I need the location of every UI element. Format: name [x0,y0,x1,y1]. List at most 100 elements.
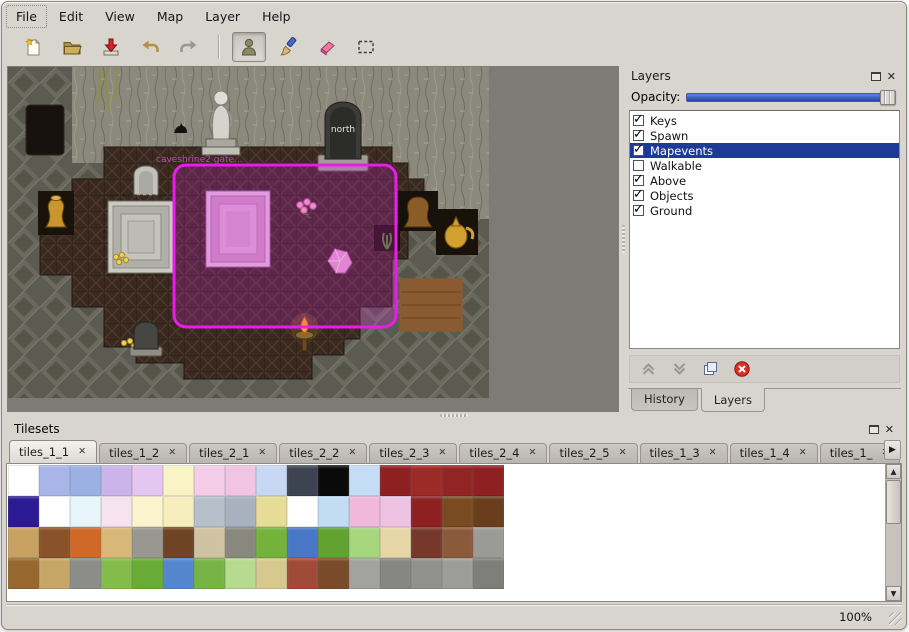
dock-tab-layers[interactable]: Layers [701,388,765,412]
menu-layer[interactable]: Layer [195,5,250,28]
palette-tile[interactable] [473,558,504,589]
tileset-tab-tiles_1_2[interactable]: tiles_1_2 [99,443,187,463]
palette-tile[interactable] [411,558,442,589]
palette-tile[interactable] [442,558,473,589]
palette-tile[interactable] [70,496,101,527]
palette-tile[interactable] [256,496,287,527]
palette-tile[interactable] [442,465,473,496]
palette-tile[interactable] [194,465,225,496]
palette-tile[interactable] [411,465,442,496]
brush-tool-button[interactable] [271,32,305,62]
opacity-slider-track[interactable] [686,93,894,102]
delete-layer-button[interactable] [733,360,751,378]
float-tilesets-icon[interactable] [869,425,879,434]
palette-tile[interactable] [163,465,194,496]
tileset-tab-tiles_1_1[interactable]: tiles_1_1 [9,440,97,464]
palette-tile[interactable] [70,527,101,558]
map-canvas[interactable]: north [8,67,489,398]
palette-tile[interactable] [194,527,225,558]
palette-tile[interactable] [473,496,504,527]
palette-tile[interactable] [349,496,380,527]
palette-tile[interactable] [287,496,318,527]
palette-tile[interactable] [318,558,349,589]
raise-layer-button[interactable] [640,361,657,377]
tileset-tab-tiles_2_2[interactable]: tiles_2_2 [279,443,367,463]
scroll-down-button[interactable] [886,586,901,601]
tileset-tab-tiles_1_4[interactable]: tiles_1_4 [730,443,818,463]
palette-tile[interactable] [349,465,380,496]
palette-tile[interactable] [132,558,163,589]
tab-scroll-right-button[interactable] [884,440,901,460]
tab-close-icon[interactable] [437,448,447,458]
duplicate-layer-button[interactable] [702,361,719,377]
redo-button[interactable] [172,32,206,62]
lower-layer-button[interactable] [671,361,688,377]
dock-tab-history[interactable]: History [631,389,698,411]
tab-close-icon[interactable] [708,448,718,458]
palette-tile[interactable] [318,527,349,558]
eraser-tool-button[interactable] [310,32,344,62]
layer-row-walkable[interactable]: Walkable [630,158,899,173]
palette-tile[interactable] [39,465,70,496]
palette-tile[interactable] [349,558,380,589]
palette-tile[interactable] [411,496,442,527]
palette-tile[interactable] [39,496,70,527]
tab-close-icon[interactable] [167,448,177,458]
palette-tile[interactable] [132,527,163,558]
palette-tile[interactable] [473,465,504,496]
palette-tile[interactable] [101,527,132,558]
opacity-slider[interactable] [686,90,896,105]
palette-tile[interactable] [70,465,101,496]
palette-tile[interactable] [101,465,132,496]
layer-visibility-checkbox[interactable] [633,175,644,186]
layer-row-ground[interactable]: Ground [630,203,899,218]
palette-tile[interactable] [318,465,349,496]
tileset-tab-tiles_2_4[interactable]: tiles_2_4 [459,443,547,463]
palette-tile[interactable] [132,496,163,527]
palette-tile[interactable] [194,558,225,589]
layer-row-objects[interactable]: Objects [630,188,899,203]
palette-tile[interactable] [318,496,349,527]
tab-close-icon[interactable] [798,448,808,458]
layer-visibility-checkbox[interactable] [633,205,644,216]
palette-tile[interactable] [473,527,504,558]
layer-visibility-checkbox[interactable] [633,190,644,201]
horizontal-splitter[interactable] [7,412,901,420]
float-panel-icon[interactable] [871,72,881,81]
tileset-tab-tiles_2_3[interactable]: tiles_2_3 [369,443,457,463]
palette-tile[interactable] [194,496,225,527]
palette-tile[interactable] [8,527,39,558]
layer-row-spawn[interactable]: Spawn [630,128,899,143]
palette-tile[interactable] [225,496,256,527]
event-tool-button[interactable] [232,32,266,62]
tileset-tab-tiles_1_3[interactable]: tiles_1_3 [640,443,728,463]
close-panel-icon[interactable] [887,71,896,82]
palette-tile[interactable] [132,465,163,496]
palette-tile[interactable] [225,558,256,589]
tab-close-icon[interactable] [618,448,628,458]
vertical-splitter[interactable] [619,66,628,412]
select-tool-button[interactable] [349,32,383,62]
palette-tile[interactable] [8,465,39,496]
palette-tile[interactable] [380,558,411,589]
undo-button[interactable] [133,32,167,62]
scroll-up-button[interactable] [886,464,901,479]
map-viewport[interactable]: north [7,66,619,412]
palette-tile[interactable] [287,465,318,496]
palette-tile[interactable] [225,527,256,558]
tab-close-icon[interactable] [528,448,538,458]
palette-tile[interactable] [349,527,380,558]
palette-tile[interactable] [101,558,132,589]
palette-tile[interactable] [256,465,287,496]
palette-tile[interactable] [256,527,287,558]
palette-tile[interactable] [8,558,39,589]
layer-row-keys[interactable]: Keys [630,113,899,128]
palette-scrollbar[interactable] [885,464,901,601]
palette-tile[interactable] [380,527,411,558]
palette-tile[interactable] [225,465,256,496]
opacity-slider-thumb[interactable] [880,90,896,105]
palette-tile[interactable] [256,558,287,589]
layer-row-mapevents[interactable]: Mapevents [630,143,899,158]
palette-tile[interactable] [39,558,70,589]
menu-file[interactable]: File [6,5,47,28]
